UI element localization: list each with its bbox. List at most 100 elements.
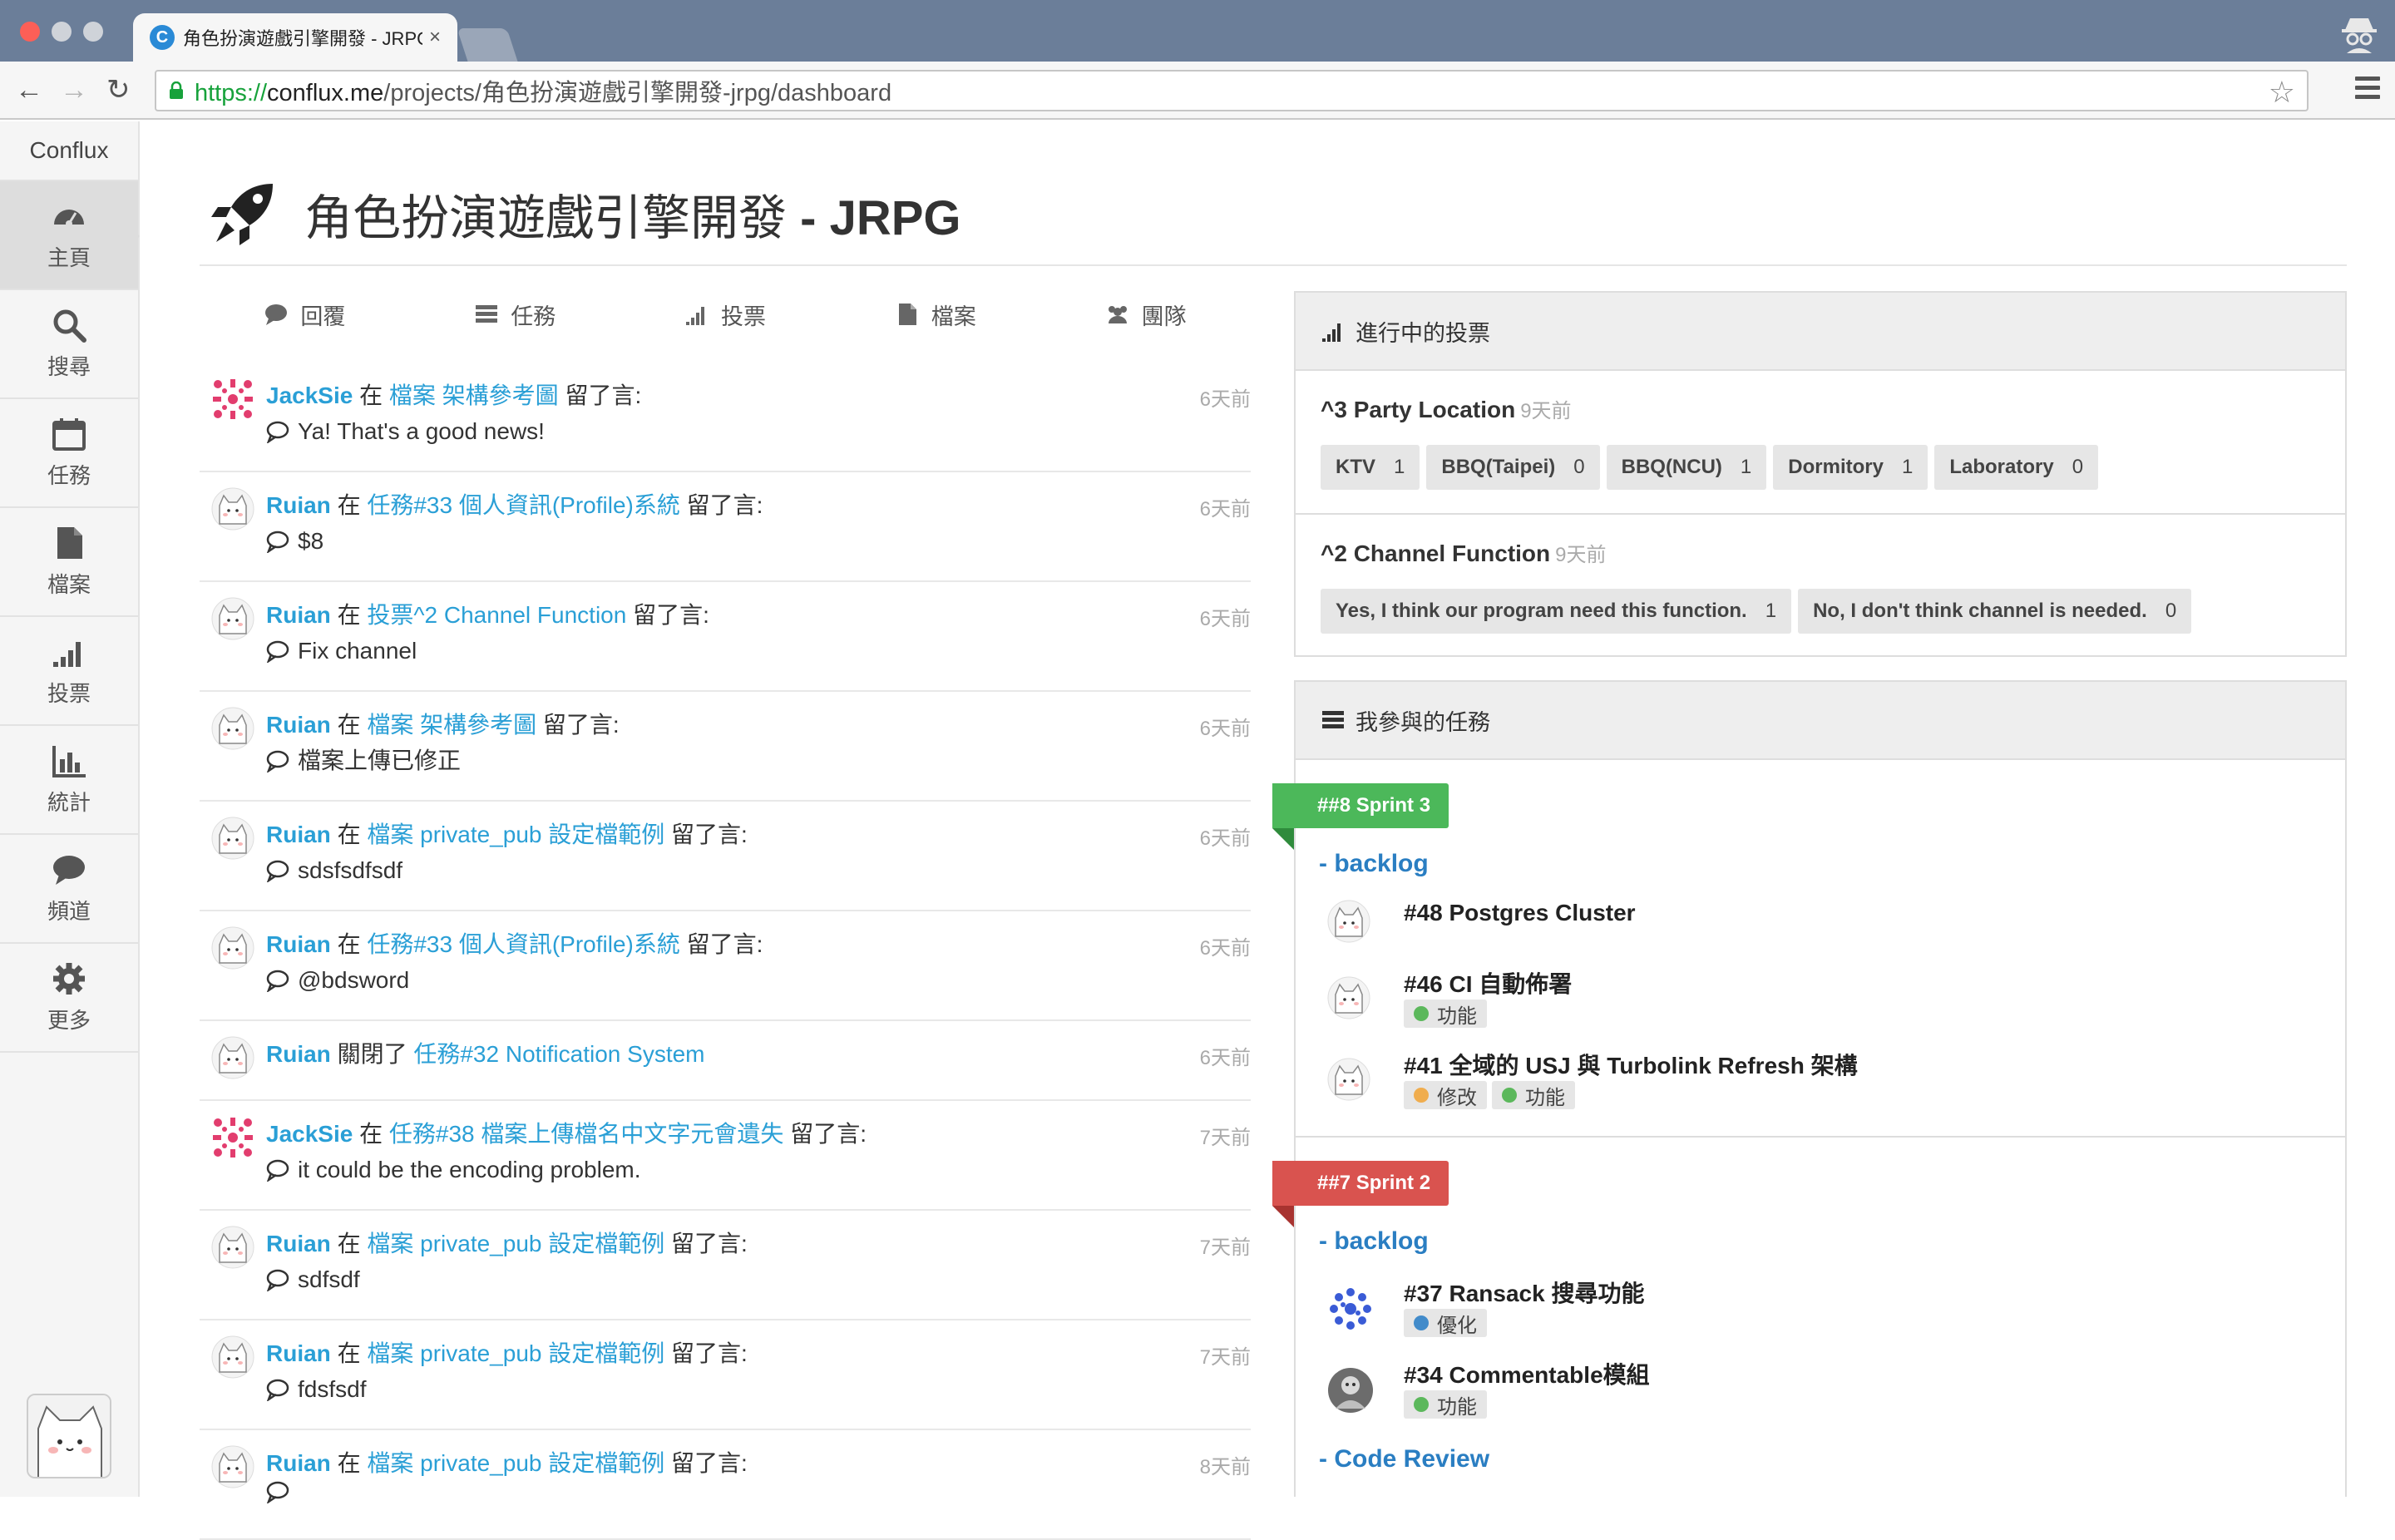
avatar[interactable] [211,1226,254,1269]
user-link[interactable]: JackSie [266,1121,353,1147]
action-suffix: 留了言: [671,822,748,847]
target-link[interactable]: 檔案 private_pub 設定檔範例 [367,822,664,847]
tab-close-icon[interactable]: × [429,26,441,49]
avatar[interactable] [211,817,254,860]
poll-title[interactable]: ^2 Channel Function 9天前 [1321,538,2320,567]
feed-item: Ruian 在 檔案 架構參考圖 留了言: 檔案上傳已修正 6天前 [200,692,1251,802]
current-user-avatar[interactable] [27,1394,111,1478]
tab-label: 投票 [720,304,766,329]
poll-name[interactable]: ^3 Party Location [1321,397,1515,422]
tab-files[interactable]: 檔案 [830,289,1040,339]
avatar[interactable] [211,487,254,531]
feed-item: JackSie 在 任務#38 檔案上傳檔名中文字元會遺失 留了言: it cou… [200,1101,1251,1211]
poll-option[interactable]: No, I don't think channel is needed. 0 [1798,589,2192,634]
action-suffix: 留了言: [686,492,763,518]
target-link[interactable]: 任務#33 個人資訊(Profile)系統 [367,931,680,957]
avatar[interactable] [211,1445,254,1488]
avatar[interactable] [211,378,254,421]
target-link[interactable]: 任務#32 Notification System [413,1041,704,1067]
target-link[interactable]: 投票^2 Channel Function [367,602,626,628]
tab-polls[interactable]: 投票 [620,289,831,339]
browser-tab-active[interactable]: C 角色扮演遊戲引擎開發 - JRPG × [133,13,457,62]
sidebar-item-files[interactable]: 檔案 [0,508,138,617]
poll-option-count: 0 [1573,456,1585,478]
zoom-window-button[interactable] [83,22,103,42]
avatar[interactable] [211,707,254,750]
target-link[interactable]: 檔案 架構參考圖 [389,383,559,408]
avatar[interactable] [211,1116,254,1159]
target-link[interactable]: 檔案 架構參考圖 [367,712,536,738]
user-link[interactable]: Ruian [266,1231,331,1256]
poll-option[interactable]: BBQ(NCU) 1 [1606,445,1767,490]
tab-team[interactable]: 團隊 [1040,289,1251,339]
target-link[interactable]: 檔案 private_pub 設定檔範例 [367,1340,664,1366]
user-link[interactable]: Ruian [266,1450,331,1476]
browser-menu-icon[interactable] [2355,77,2380,101]
back-arrow-icon[interactable]: ← [15,73,43,106]
avatar[interactable] [211,597,254,640]
user-link[interactable]: JackSie [266,383,353,408]
feed-activity-line: JackSie 在 檔案 架構參考圖 留了言: [266,379,1251,412]
poll-option[interactable]: KTV 1 [1321,445,1420,490]
user-link[interactable]: Ruian [266,602,331,628]
comment-text: Ya! That's a good news! [298,418,545,444]
comment-preview [266,1480,1251,1503]
comment-preview: 檔案上傳已修正 [266,742,1251,780]
sprint-flag[interactable]: ##8 Sprint 3 [1272,783,1449,850]
user-link[interactable]: Ruian [266,712,331,738]
target-link[interactable]: 任務#33 個人資訊(Profile)系統 [367,492,680,518]
sidebar-item-channels[interactable]: 頻道 [0,835,138,944]
tab-tasks[interactable]: 任務 [410,289,620,339]
tab-replies[interactable]: 回覆 [200,289,410,339]
sidebar-item-tasks[interactable]: 任務 [0,399,138,508]
brand-logo[interactable]: Conflux [0,121,138,181]
close-window-button[interactable] [20,22,40,42]
reload-icon[interactable]: ↻ [106,73,131,106]
forward-arrow-icon[interactable]: → [60,73,88,106]
action-text: 在 [337,1340,361,1366]
feed-item: Ruian 在 任務#33 個人資訊(Profile)系統 留了言: @bdswo… [200,911,1251,1021]
avatar[interactable] [211,1036,254,1079]
task-group-title[interactable]: - Code Review [1319,1445,1489,1473]
sidebar-item-home[interactable]: 主頁 [0,181,140,290]
user-link[interactable]: Ruian [266,492,331,518]
tasks-list-icon [476,305,498,323]
bookmark-star-icon[interactable]: ☆ [2269,75,2295,110]
poll-option[interactable]: Laboratory 0 [1934,445,2099,490]
comment-bubble-icon [266,531,289,553]
target-link[interactable]: 任務#38 檔案上傳檔名中文字元會遺失 [389,1121,784,1147]
timestamp: 6天前 [1199,388,1251,411]
sidebar-item-more[interactable]: 更多 [0,944,138,1053]
task-title[interactable]: #37 Ransack 搜尋功能 [1404,1276,1644,1309]
task-group-title[interactable]: - backlog [1319,850,1429,878]
poll-option[interactable]: BBQ(Taipei) 0 [1426,445,1600,490]
lock-icon [170,81,183,99]
new-tab-button[interactable] [457,28,518,62]
feed-item: Ruian 關閉了 任務#32 Notification System 6天前 [200,1021,1251,1101]
target-link[interactable]: 檔案 private_pub 設定檔範例 [367,1450,664,1476]
sidebar-item-search[interactable]: 搜尋 [0,290,138,399]
task-group-title[interactable]: - backlog [1319,1227,1429,1256]
minimize-window-button[interactable] [52,22,72,42]
avatar[interactable] [211,1335,254,1379]
poll-name[interactable]: ^2 Channel Function [1321,540,1550,566]
feed-activity-line: Ruian 在 檔案 架構參考圖 留了言: [266,708,1251,742]
avatar[interactable] [211,926,254,970]
sidebar-item-stats[interactable]: 統計 [0,726,138,835]
user-link[interactable]: Ruian [266,822,331,847]
sprint-flag[interactable]: ##7 Sprint 2 [1272,1161,1449,1227]
task-title[interactable]: #48 Postgres Cluster [1404,900,1636,926]
target-link[interactable]: 檔案 private_pub 設定檔範例 [367,1231,664,1256]
task-title[interactable]: #46 CI 自動佈署 [1404,966,1572,1000]
sidebar-item-polls[interactable]: 投票 [0,617,138,726]
task-title[interactable]: #34 Commentable模組 [1404,1357,1650,1390]
user-link[interactable]: Ruian [266,1340,331,1366]
poll-option[interactable]: Yes, I think our program need this funct… [1321,589,1792,634]
task-title[interactable]: #41 全域的 USJ 與 Turbolink Refresh 架構 [1404,1048,1858,1081]
address-bar[interactable]: https://conflux.me/projects/角色扮演遊戲引擎開發-j… [155,70,2309,111]
user-link[interactable]: Ruian [266,931,331,957]
poll-title[interactable]: ^3 Party Location 9天前 [1321,394,2320,423]
poll-option[interactable]: Dormitory 1 [1773,445,1928,490]
user-link[interactable]: Ruian [266,1041,331,1067]
comment-preview: Ya! That's a good news! [266,412,1251,451]
